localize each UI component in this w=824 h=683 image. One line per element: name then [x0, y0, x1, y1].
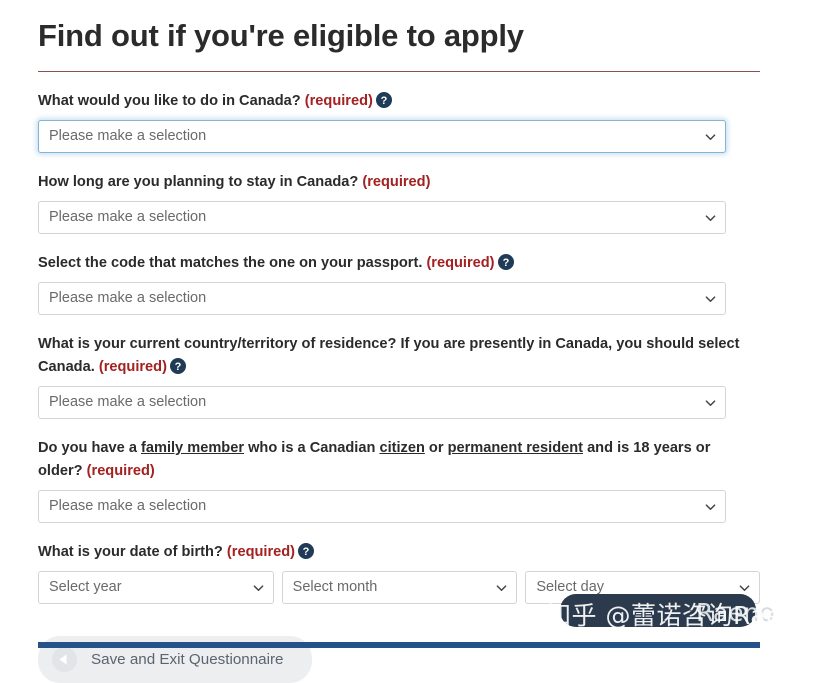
questionnaire-page: Find out if you're eligible to apply Wha…	[38, 0, 760, 683]
question-text: Do you have a	[38, 440, 141, 456]
svg-text:?: ?	[502, 257, 509, 269]
question-label-country-of-residence: What is your current country/territory o…	[38, 333, 754, 379]
title-divider	[38, 71, 760, 72]
question-text: What would you like to do in Canada?	[38, 93, 305, 109]
help-circle-icon[interactable]: ?	[298, 543, 315, 559]
select-wrap-country-of-residence: Please make a selection	[38, 386, 726, 419]
field-group-activity-in-canada: What would you like to do in Canada? (re…	[38, 90, 760, 153]
help-circle-icon[interactable]: ?	[375, 92, 392, 108]
activity-select[interactable]: Please make a selection	[38, 120, 726, 153]
select-wrap-year: Select year	[38, 571, 274, 604]
question-label-activity-in-canada: What would you like to do in Canada? (re…	[38, 90, 754, 113]
select-wrap-length-of-stay: Please make a selection	[38, 201, 726, 234]
question-text: How long are you planning to stay in Can…	[38, 174, 363, 190]
question-text: who is a Canadian	[244, 440, 380, 456]
svg-text:?: ?	[175, 361, 182, 373]
field-group-passport-code: Select the code that matches the one on …	[38, 252, 760, 315]
select-wrap-month: Select month	[281, 571, 518, 604]
question-text: or	[424, 440, 448, 456]
country-of-residence-select[interactable]: Please make a selection	[38, 386, 726, 419]
svg-text:?: ?	[380, 95, 387, 107]
family-member-select[interactable]: Please make a selection	[38, 490, 726, 523]
birth-day-select[interactable]: Select day	[525, 571, 760, 604]
svg-text:?: ?	[303, 546, 310, 558]
field-group-length-of-stay: How long are you planning to stay in Can…	[38, 171, 760, 234]
field-group-date-of-birth: What is your date of birth? (required)? …	[38, 541, 760, 604]
save-and-exit-label: Save and Exit Questionnaire	[91, 651, 284, 668]
birth-year-select[interactable]: Select year	[38, 571, 274, 604]
question-label-length-of-stay: How long are you planning to stay in Can…	[38, 171, 754, 194]
select-wrap-day: Select day	[525, 571, 760, 604]
question-text: What is your date of birth?	[38, 544, 227, 560]
page-title: Find out if you're eligible to apply	[38, 18, 524, 53]
date-of-birth-row: Select year Select month Select day	[38, 571, 760, 604]
required-tag: (required)	[362, 174, 431, 190]
question-label-passport-code: Select the code that matches the one on …	[38, 252, 754, 275]
required-tag: (required)	[226, 544, 296, 560]
link-permanent-resident[interactable]: permanent resident	[448, 440, 583, 456]
question-label-date-of-birth: What is your date of birth? (required)?	[38, 541, 754, 564]
length-of-stay-select[interactable]: Please make a selection	[38, 201, 726, 234]
field-group-country-of-residence: What is your current country/territory o…	[38, 333, 760, 419]
link-citizen[interactable]: citizen	[379, 440, 424, 456]
link-family-member[interactable]: family member	[141, 440, 244, 456]
required-tag: (required)	[98, 359, 167, 375]
footer-accent-bar	[38, 642, 760, 648]
birth-month-select[interactable]: Select month	[281, 571, 518, 604]
select-wrap-family-member: Please make a selection	[38, 490, 726, 523]
select-wrap-passport-code: Please make a selection	[38, 282, 726, 315]
field-group-family-member: Do you have a family member who is a Can…	[38, 437, 760, 523]
select-wrap-activity: Please make a selection	[38, 120, 726, 153]
question-text: Select the code that matches the one on …	[38, 255, 427, 271]
help-circle-icon[interactable]: ?	[497, 254, 514, 270]
required-tag: (required)	[426, 255, 495, 271]
required-tag: (required)	[86, 463, 155, 479]
help-circle-icon[interactable]: ?	[169, 358, 186, 374]
required-tag: (required)	[304, 93, 373, 109]
question-label-family-member: Do you have a family member who is a Can…	[38, 437, 754, 483]
passport-code-select[interactable]: Please make a selection	[38, 282, 726, 315]
